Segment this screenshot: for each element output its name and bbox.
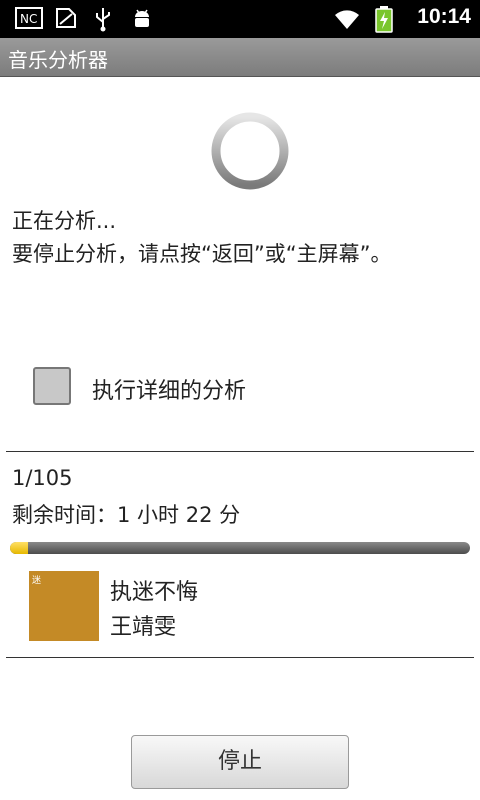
album-cover-text: 迷 xyxy=(32,576,42,586)
app-title: 音乐分析器 xyxy=(8,48,108,72)
detail-analysis-checkbox[interactable] xyxy=(33,367,71,405)
status-time: 10:14 xyxy=(417,5,471,28)
analysis-status: 正在分析... xyxy=(12,209,117,233)
loading-spinner-icon xyxy=(211,112,289,190)
track-counter: 1/105 xyxy=(12,466,73,490)
divider xyxy=(6,451,474,452)
nfc-icon: NC xyxy=(15,7,43,29)
analysis-hint: 要停止分析，请点按“返回”或“主屏幕”。 xyxy=(12,242,392,266)
progress-fill xyxy=(10,542,29,554)
divider xyxy=(6,657,474,658)
title-bar: 音乐分析器 xyxy=(0,38,480,77)
wifi-icon xyxy=(335,10,359,29)
svg-text:NC: NC xyxy=(20,12,37,26)
status-bar: NC 10:14 xyxy=(0,0,480,38)
detail-analysis-label[interactable]: 执行详细的分析 xyxy=(92,373,246,405)
album-cover: 迷 xyxy=(29,571,99,641)
time-remaining: 剩余时间：1 小时 22 分 xyxy=(12,503,241,527)
battery-charging-icon xyxy=(375,6,393,33)
android-debug-icon xyxy=(135,9,149,27)
stop-button[interactable]: 停止 xyxy=(131,735,349,789)
song-title: 执迷不悔 xyxy=(110,580,199,605)
sim-icon xyxy=(56,8,76,28)
song-artist: 王靖雯 xyxy=(110,615,177,640)
analysis-progress-bar xyxy=(10,542,470,554)
usb-icon xyxy=(96,8,110,32)
